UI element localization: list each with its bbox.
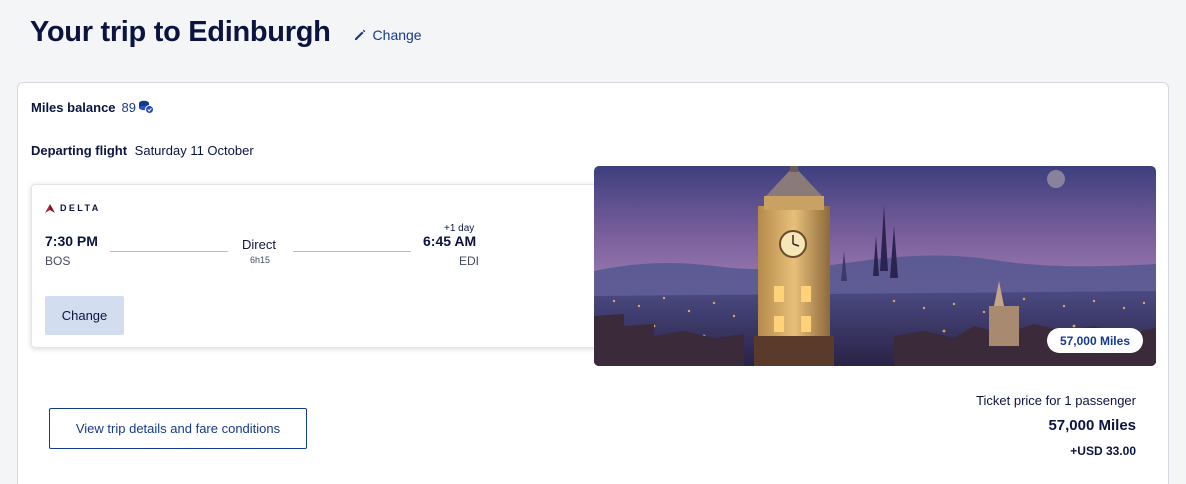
stops-label: Direct bbox=[242, 237, 276, 252]
miles-balance: Miles balance 89 bbox=[31, 99, 155, 115]
miles-balance-label: Miles balance bbox=[31, 99, 116, 115]
flight-card: DELTA 7:30 PM BOS Direct 6h15 +1 day 6:4… bbox=[31, 184, 611, 348]
flight-duration: 6h15 bbox=[250, 255, 271, 265]
airline-logo: DELTA bbox=[45, 203, 101, 213]
view-trip-details-button[interactable]: View trip details and fare conditions bbox=[49, 408, 307, 449]
miles-coin-icon bbox=[139, 100, 155, 114]
destination-image: 57,000 Miles bbox=[594, 166, 1156, 366]
price-miles: 57,000 Miles bbox=[1048, 417, 1136, 434]
change-trip-link[interactable]: Change bbox=[353, 27, 422, 43]
page-header: Your trip to Edinburgh Change bbox=[30, 16, 422, 49]
price-summary: Ticket price for 1 passenger 57,000 Mile… bbox=[976, 393, 1136, 458]
departing-flight-label: Departing flight bbox=[31, 143, 128, 158]
route-line-left bbox=[110, 251, 228, 252]
departing-flight-heading: Departing flight Saturday 11 October bbox=[31, 143, 254, 158]
pencil-icon bbox=[354, 29, 365, 40]
route-line-right bbox=[293, 251, 411, 252]
airline-name: DELTA bbox=[60, 203, 101, 213]
departure-airport: BOS bbox=[45, 254, 71, 268]
departure-time: 7:30 PM bbox=[45, 233, 98, 249]
change-trip-label: Change bbox=[372, 26, 422, 43]
change-flight-button[interactable]: Change bbox=[45, 296, 124, 335]
page-title: Your trip to Edinburgh bbox=[30, 16, 331, 48]
arrival-time: 6:45 AM bbox=[423, 233, 477, 249]
arrival-airport: EDI bbox=[459, 254, 480, 268]
miles-price-badge: 57,000 Miles bbox=[1046, 328, 1143, 353]
miles-balance-value: 89 bbox=[121, 99, 137, 115]
price-usd: +USD 33.00 bbox=[1070, 444, 1136, 458]
price-caption: Ticket price for 1 passenger bbox=[976, 393, 1136, 408]
trip-summary-card: Miles balance 89 Departing flight Saturd… bbox=[17, 82, 1169, 484]
departing-flight-date: Saturday 11 October bbox=[134, 143, 254, 158]
delta-widget-icon bbox=[45, 203, 55, 213]
